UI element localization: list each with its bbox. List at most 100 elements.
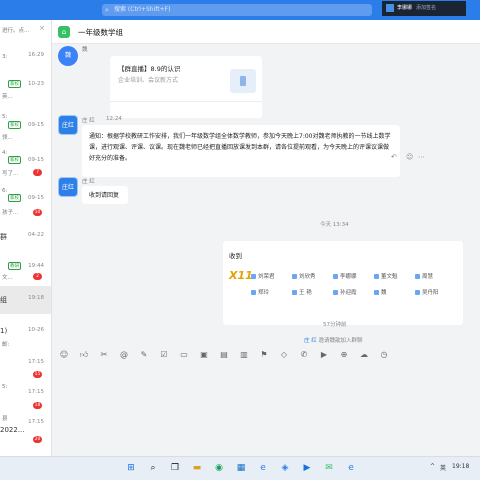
list-item-time: 17:15 bbox=[28, 389, 44, 395]
mention-icon[interactable]: @ bbox=[118, 348, 130, 362]
input-toolbar: ☺ 👍︎ ✂ @ ✎ ☑ ▭ ▣ ▤ ▥ ⚑ ◇ ✆ ▶ ⊕ ☁ ◷ bbox=[52, 348, 480, 364]
list-item[interactable]: 5: 家校 09-15 领... bbox=[0, 112, 51, 141]
confirm-card[interactable]: 收到 X11 刘荣君 刘欣秀 李娜娜 董文魁 周慧郑玲王 艳孙迎霞魏吴丹阳 bbox=[223, 241, 463, 325]
unread-badge: 15 bbox=[33, 371, 42, 378]
list-item-preview: 县 bbox=[2, 416, 8, 422]
title-bar: ⌕ 搜索 (Ctrl+Shift+F) 李娜娜 添加签名 bbox=[0, 0, 480, 20]
edge-icon[interactable]: ◉ bbox=[212, 461, 226, 475]
list-item-name: 组 bbox=[0, 296, 7, 304]
message-input[interactable] bbox=[52, 366, 480, 456]
emoji-react-icon[interactable]: ☺ bbox=[406, 153, 413, 161]
card-thumbnail bbox=[230, 69, 256, 93]
tag-badge: 家校 bbox=[8, 80, 21, 88]
list-item-time: 04-22 bbox=[28, 232, 44, 238]
list-item-time: 17:15 bbox=[28, 419, 44, 425]
list-item-name: 1) bbox=[0, 327, 8, 335]
list-item[interactable]: 1) 10-26 邮: bbox=[0, 320, 51, 348]
scissors-icon[interactable]: ✂ bbox=[98, 348, 110, 362]
unread-badge: 20 bbox=[33, 436, 42, 443]
user-profile[interactable]: 李娜娜 添加签名 bbox=[382, 1, 466, 16]
confirm-name: 王 艳 bbox=[292, 288, 333, 296]
list-item[interactable]: 县 17:15 2022... 20 bbox=[0, 414, 51, 443]
list-item[interactable]: 4: 家校 09-15 写了... 7 bbox=[0, 150, 51, 177]
list-item[interactable]: 3: 16:29 bbox=[0, 42, 51, 68]
avatar[interactable]: 魏 bbox=[58, 46, 78, 66]
store-icon[interactable]: ▦ bbox=[234, 461, 248, 475]
avatar[interactable]: 庄红 bbox=[58, 115, 78, 135]
notice-text: 邀请魏歆加入群聊 bbox=[316, 338, 363, 344]
list-item-preview: 文... bbox=[2, 275, 13, 281]
list-item-time: 09-15 bbox=[28, 195, 44, 201]
confirm-name: 孙迎霞 bbox=[333, 288, 374, 296]
list-item-name: 2022... bbox=[0, 426, 25, 434]
message-bubble[interactable]: 收到请回复 bbox=[82, 186, 128, 204]
list-item[interactable]: 教研 19:44 文... 2 bbox=[0, 258, 51, 284]
chat-panel: ⌂ 一年级数学组 魏 魏 【群直播】8.9的认识 企业培训、会议新方式 庄红 庄… bbox=[52, 20, 480, 456]
confirm-name: 郑玲 bbox=[251, 288, 292, 296]
live-card[interactable]: 【群直播】8.9的认识 企业培训、会议新方式 bbox=[110, 56, 262, 118]
user-status[interactable]: 添加签名 bbox=[416, 5, 436, 11]
close-icon[interactable]: × bbox=[39, 24, 45, 32]
task-icon[interactable]: ☑ bbox=[158, 348, 170, 362]
avatar bbox=[386, 3, 394, 12]
message-time: 12:24 bbox=[106, 116, 122, 122]
time-divider: 57分钟前 bbox=[323, 322, 347, 328]
list-item-selected[interactable]: 组 19:18 bbox=[0, 286, 51, 314]
doc-icon[interactable]: ▤ bbox=[218, 348, 230, 362]
list-item-time: 10-23 bbox=[28, 81, 44, 87]
card-divider bbox=[110, 101, 262, 102]
video-icon[interactable]: ▶ bbox=[318, 348, 330, 362]
user-name: 李娜娜 bbox=[397, 5, 413, 11]
wechat-icon[interactable]: ✉ bbox=[322, 461, 336, 475]
list-item[interactable]: 群 04-22 bbox=[0, 226, 51, 252]
file-explorer-icon[interactable]: ▬ bbox=[190, 461, 204, 475]
confirm-name: 董文魁 bbox=[374, 272, 415, 280]
notice-actor[interactable]: 庄 红 bbox=[304, 338, 317, 344]
message-icon[interactable]: ◇ bbox=[278, 348, 290, 362]
windows-start-icon[interactable]: ⊞ bbox=[124, 461, 138, 475]
time-divider: 今天 13:34 bbox=[320, 222, 349, 228]
message-text: 通知：根据学校教研工作安排，我们一年级数学组全体数学教师，参加今天晚上7:00对… bbox=[89, 133, 391, 162]
list-item[interactable]: 家校 10-23 英... bbox=[0, 76, 51, 102]
like-icon[interactable]: 👍︎ bbox=[78, 348, 90, 362]
phone-icon[interactable]: ✆ bbox=[298, 348, 310, 362]
wecom-icon[interactable]: ◈ bbox=[278, 461, 292, 475]
list-item-time: 10-26 bbox=[28, 327, 44, 333]
app-icon[interactable]: ▶ bbox=[300, 461, 314, 475]
vote-icon[interactable]: ⚑ bbox=[258, 348, 270, 362]
list-item-preview: 邮: bbox=[2, 342, 10, 348]
list-item[interactable]: 6: 家校 09-15 孩子... 10 bbox=[0, 188, 51, 216]
history-icon[interactable]: ◷ bbox=[378, 348, 390, 362]
clock[interactable]: 19:18 bbox=[452, 463, 469, 470]
group-name: 一年级数学组 bbox=[78, 28, 123, 37]
unread-badge: 18 bbox=[33, 402, 42, 409]
reply-icon[interactable]: ↶ bbox=[391, 153, 397, 161]
edit-icon[interactable]: ✎ bbox=[138, 348, 150, 362]
language-indicator[interactable]: 英 bbox=[440, 463, 446, 472]
browser-icon[interactable]: e bbox=[256, 461, 270, 475]
tray-up-icon[interactable]: ^ bbox=[430, 463, 435, 470]
chat-header: ⌂ 一年级数学组 bbox=[52, 20, 480, 44]
emoji-icon[interactable]: ☺ bbox=[58, 348, 70, 362]
avatar[interactable]: 庄红 bbox=[58, 177, 78, 197]
message-bubble[interactable]: 通知：根据学校教研工作安排，我们一年级数学组全体数学教师，参加今天晚上7:00对… bbox=[82, 125, 400, 177]
search-input[interactable]: ⌕ 搜索 (Ctrl+Shift+F) bbox=[102, 4, 372, 16]
confirm-name: 刘荣君 bbox=[251, 272, 292, 280]
list-item-time: 16:29 bbox=[28, 52, 44, 58]
ie-icon[interactable]: e bbox=[344, 461, 358, 475]
chart-icon[interactable]: ▥ bbox=[238, 348, 250, 362]
list-item[interactable]: 5: 17:15 18 bbox=[0, 384, 51, 410]
cloud-icon[interactable]: ☁ bbox=[358, 348, 370, 362]
more-icon[interactable]: ⋯ bbox=[418, 153, 425, 161]
list-item-preview: 3: bbox=[2, 54, 8, 60]
folder-icon[interactable]: ▭ bbox=[178, 348, 190, 362]
plus-icon[interactable]: ⊕ bbox=[338, 348, 350, 362]
list-item-preview: 进行。点... bbox=[2, 28, 30, 34]
tag-badge: 家校 bbox=[8, 156, 21, 164]
image-icon[interactable]: ▣ bbox=[198, 348, 210, 362]
list-item[interactable]: 17:15 15 bbox=[0, 354, 51, 380]
conversation-list: 进行。点... × 3: 16:29 家校 10-23 英... 5: 家校 0… bbox=[0, 20, 52, 456]
task-view-icon[interactable]: ❐ bbox=[168, 461, 182, 475]
confirm-name: 李娜娜 bbox=[333, 272, 374, 280]
search-icon[interactable]: ⌕ bbox=[146, 461, 160, 475]
